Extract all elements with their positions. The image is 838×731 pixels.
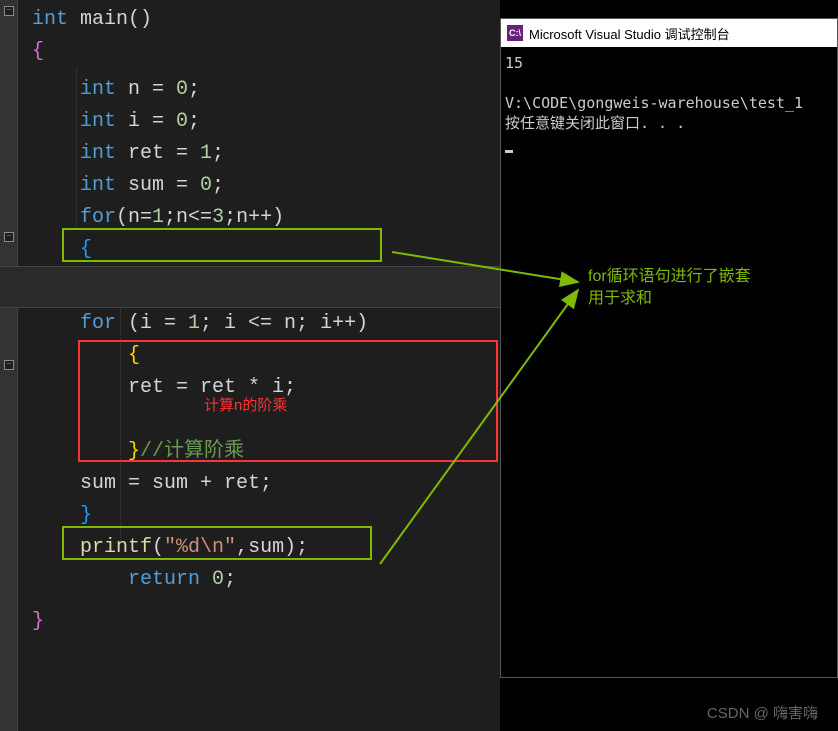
annotation-line: for循环语句进行了嵌套 bbox=[588, 266, 751, 288]
code-line: printf("%d\n",sum); bbox=[32, 532, 500, 564]
blank-line bbox=[32, 596, 500, 606]
code-line: for (i = 1; i <= n; i++) bbox=[32, 308, 500, 340]
code-editor[interactable]: − − − int main() { int n = 0; int i = 0;… bbox=[0, 0, 500, 731]
code-line: } bbox=[32, 500, 500, 532]
annotation-green: for循环语句进行了嵌套 用于求和 bbox=[588, 266, 751, 310]
code-line: { bbox=[32, 234, 500, 266]
code-line: } bbox=[32, 606, 500, 638]
code-area[interactable]: int main() { int n = 0; int i = 0; int r… bbox=[24, 0, 500, 638]
vs-icon: C:\ bbox=[507, 25, 523, 41]
code-line: return 0; bbox=[32, 564, 500, 596]
blank-highlighted-line bbox=[0, 266, 500, 308]
annotation-red-label: 计算n的阶乘 bbox=[204, 390, 287, 422]
code-line: int i = 0; bbox=[32, 106, 500, 138]
cursor-icon bbox=[505, 150, 513, 153]
fold-icon[interactable]: − bbox=[4, 6, 14, 16]
code-line: int sum = 0; bbox=[32, 170, 500, 202]
fold-icon[interactable]: − bbox=[4, 232, 14, 242]
gutter: − − − bbox=[0, 0, 18, 731]
code-line: { bbox=[32, 340, 500, 372]
code-line: int main() bbox=[32, 4, 500, 36]
console-titlebar[interactable]: C:\ Microsoft Visual Studio 调试控制台 bbox=[501, 19, 837, 47]
annotation-line: 用于求和 bbox=[588, 288, 751, 310]
code-line: int n = 0; bbox=[32, 74, 500, 106]
console-output: 15 V:\CODE\gongweis-warehouse\test_1 按任意… bbox=[501, 47, 837, 159]
console-title: Microsoft Visual Studio 调试控制台 bbox=[529, 24, 730, 43]
watermark: CSDN @ 嗨害嗨 bbox=[707, 702, 818, 723]
code-line: }//计算阶乘 bbox=[32, 436, 500, 468]
code-line: sum = sum + ret; bbox=[32, 468, 500, 500]
fold-icon[interactable]: − bbox=[4, 360, 14, 370]
code-line: int ret = 1; bbox=[32, 138, 500, 170]
code-line: for(n=1;n<=3;n++) bbox=[32, 202, 500, 234]
code-line: { bbox=[32, 36, 500, 68]
debug-console-window[interactable]: C:\ Microsoft Visual Studio 调试控制台 15 V:\… bbox=[500, 18, 838, 678]
